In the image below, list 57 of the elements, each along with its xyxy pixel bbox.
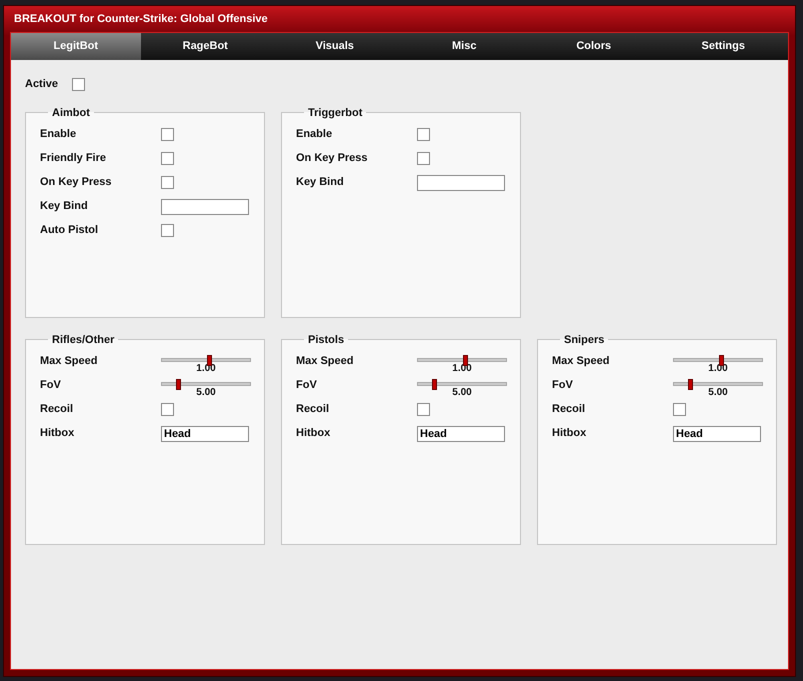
checkbox[interactable]: [417, 403, 430, 416]
checkbox-label: Active: [25, 77, 58, 92]
setting-label: Hitbox: [296, 426, 332, 442]
checkbox[interactable]: [673, 403, 686, 416]
tab[interactable]: Colors: [529, 33, 658, 60]
window-title: BREAKOUT for Counter-Strike: Global Offensive: [13, 12, 269, 27]
setting-label: Recoil: [296, 402, 330, 418]
group-title: Pistols: [307, 334, 346, 346]
setting-label: Hitbox: [40, 426, 76, 442]
setting-label: Recoil: [40, 402, 74, 418]
group-title: Snipers: [563, 334, 606, 346]
setting-label: On Key Press: [296, 151, 369, 166]
checkbox[interactable]: [161, 176, 174, 189]
setting-label: Hitbox: [552, 426, 588, 442]
tab[interactable]: LegitBot: [11, 33, 140, 60]
slider-value: 5.00: [452, 387, 472, 399]
input-field[interactable]: Head: [417, 426, 505, 442]
setting-label: Auto Pistol: [40, 223, 100, 238]
setting-label: Max Speed: [552, 354, 610, 370]
input-field[interactable]: Head: [161, 426, 249, 442]
slider-thumb[interactable]: [206, 355, 212, 366]
setting-label: On Key Press: [40, 175, 113, 190]
tab[interactable]: RageBot: [140, 33, 270, 60]
setting-label: Key Bind: [40, 199, 89, 214]
group-title: Rifles/Other: [51, 334, 116, 346]
tab[interactable]: Settings: [658, 33, 788, 60]
checkbox[interactable]: [417, 152, 430, 165]
checkbox[interactable]: [161, 152, 174, 165]
setting-label: Recoil: [552, 402, 586, 418]
setting-label: Enable: [40, 127, 78, 142]
tab[interactable]: Visuals: [270, 33, 400, 60]
slider-value: 5.00: [708, 387, 728, 399]
setting-label: FoV: [552, 378, 574, 394]
slider-value: 5.00: [196, 387, 216, 399]
setting-label: Max Speed: [296, 354, 354, 370]
group-title: Triggerbot: [307, 106, 364, 118]
slider-thumb[interactable]: [432, 379, 437, 390]
checkbox[interactable]: [161, 403, 174, 416]
checkbox[interactable]: [417, 128, 430, 141]
checkbox[interactable]: [161, 224, 174, 237]
slider-thumb[interactable]: [462, 355, 468, 366]
setting-label: Key Bind: [296, 175, 345, 190]
checkbox[interactable]: [72, 78, 86, 91]
tab[interactable]: Misc: [400, 33, 529, 60]
setting-label: Max Speed: [40, 354, 98, 370]
checkbox[interactable]: [161, 128, 174, 141]
setting-label: FoV: [296, 378, 318, 394]
slider-thumb[interactable]: [718, 355, 724, 366]
setting-label: FoV: [40, 378, 62, 394]
setting-label: Friendly Fire: [40, 151, 108, 166]
setting-label: Enable: [296, 127, 334, 142]
slider-thumb[interactable]: [176, 379, 181, 390]
input-field[interactable]: [161, 198, 249, 214]
slider-thumb[interactable]: [688, 379, 693, 390]
input-field[interactable]: Head: [673, 426, 761, 442]
group-title: Aimbot: [51, 106, 91, 118]
input-field[interactable]: [417, 174, 505, 190]
